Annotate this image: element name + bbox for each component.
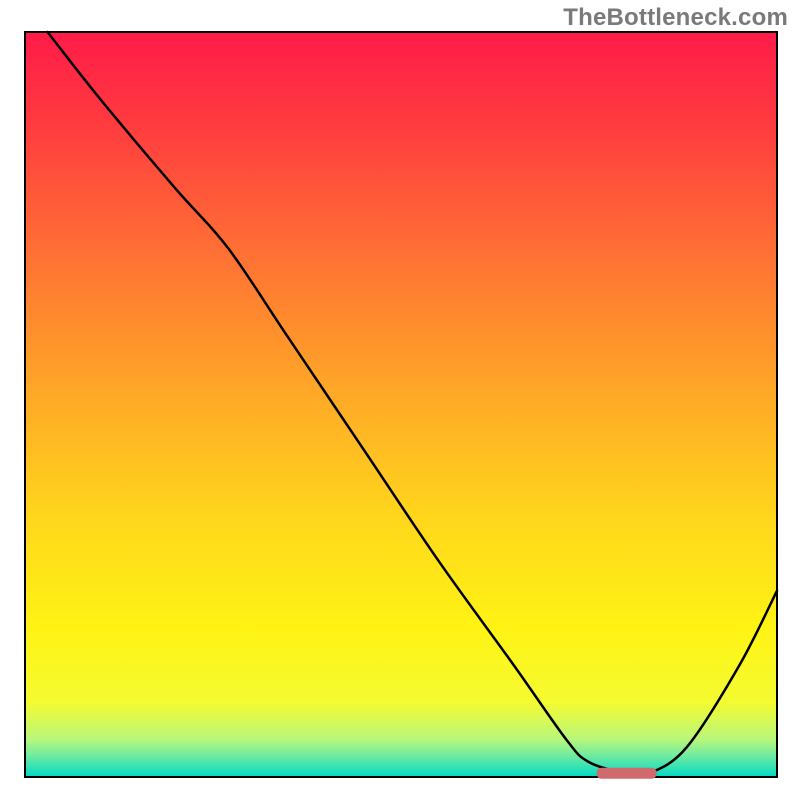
bottleneck-chart: TheBottleneck.com xyxy=(0,0,800,800)
chart-canvas xyxy=(0,0,800,800)
optimum-marker xyxy=(597,768,657,779)
watermark-text: TheBottleneck.com xyxy=(563,4,788,32)
